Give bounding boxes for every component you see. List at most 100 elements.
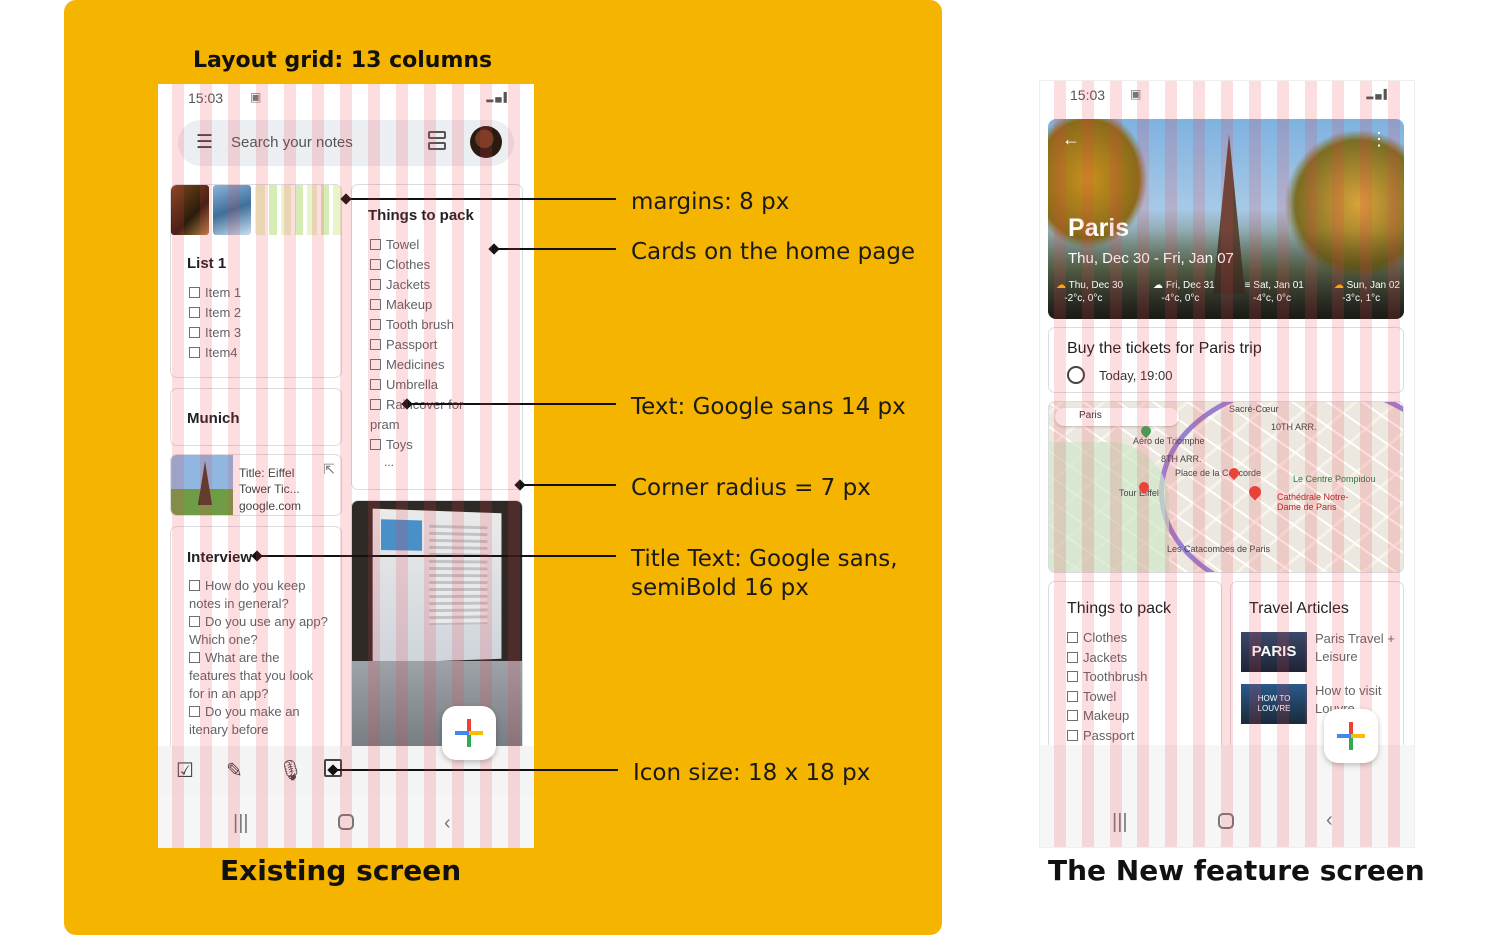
callout-title-text: Title Text: Google sans, semiBold 16 px <box>631 546 898 601</box>
checklist-item[interactable]: Jackets <box>370 275 480 295</box>
back-icon[interactable]: ‹ <box>1326 809 1333 832</box>
map-label: Le Centre Pompidou <box>1293 474 1376 484</box>
checklist-item[interactable]: Toys <box>370 435 480 455</box>
avatar[interactable] <box>470 126 502 158</box>
checklist-item[interactable]: Makeup <box>370 295 480 315</box>
checklist-item[interactable]: Towel <box>1067 687 1147 707</box>
layout-grid-heading: Layout grid: 13 columns <box>193 48 493 73</box>
menu-icon[interactable]: ☰ <box>196 131 213 154</box>
checklist-item[interactable]: Item 3 <box>189 323 241 343</box>
image-notification-icon: ▣ <box>1130 87 1142 101</box>
alarm-clock-icon <box>1067 366 1085 384</box>
cloud-icon: ☁ <box>1153 280 1164 291</box>
checklist-item[interactable]: Raincover for pram <box>370 395 480 435</box>
callout-corner-radius: Corner radius = 7 px <box>631 475 871 501</box>
things-title: Things to pack <box>1067 600 1172 617</box>
sun-cloud-icon: ☁ <box>1333 280 1344 291</box>
map-search-input[interactable]: Paris <box>1055 408 1179 426</box>
checklist-item[interactable]: Umbrella <box>370 375 480 395</box>
checklist-item[interactable]: Item4 <box>189 343 241 363</box>
checklist-item[interactable]: Toothbrush <box>1067 667 1147 687</box>
back-icon[interactable]: ‹ <box>444 812 451 835</box>
checklist-item[interactable]: Medicines <box>370 355 480 375</box>
mic-icon[interactable]: 🎙 <box>278 758 303 783</box>
interview-title: Interview <box>187 549 253 566</box>
hero-city: Paris <box>1068 214 1130 242</box>
map-card[interactable]: Paris Aéro de Triomphe 8TH ARR. 10TH ARR… <box>1048 401 1404 573</box>
list1-title: List 1 <box>187 255 227 272</box>
checklist-item[interactable]: What are the features that you look for … <box>189 649 329 703</box>
articles-title: Travel Articles <box>1249 600 1349 617</box>
laptop-screen <box>372 508 502 664</box>
interview-card[interactable]: Interview How do you keep notes in gener… <box>170 526 342 766</box>
things-title: Things to pack <box>368 207 474 224</box>
add-note-fab[interactable] <box>1324 709 1378 763</box>
things-items: Towel Clothes Jackets Makeup Tooth brush… <box>370 235 480 469</box>
checklist-item[interactable]: Towel <box>370 235 480 255</box>
add-note-fab[interactable] <box>442 706 496 760</box>
callout-margins: margins: 8 px <box>631 189 790 215</box>
eiffel-thumb <box>171 455 233 515</box>
home-icon[interactable] <box>1218 813 1234 829</box>
link-title: Title: Eiffel Tower Tic... <box>239 466 300 496</box>
signal-battery-icon: ▂▄▌ <box>486 92 512 102</box>
status-time: 15:03 <box>1070 87 1106 103</box>
search-bar[interactable]: ☰ Search your notes <box>178 120 514 166</box>
checklist-item[interactable]: Jackets <box>1067 648 1147 668</box>
back-arrow-icon[interactable]: ← <box>1062 129 1080 150</box>
checklist-item[interactable]: Do you use any app? Which one? <box>189 613 329 649</box>
view-toggle-icon[interactable] <box>428 130 446 152</box>
recents-icon[interactable]: ||| <box>233 812 249 835</box>
reminder-time: Today, 19:00 <box>1099 368 1173 383</box>
forecast-day: ≡ Sat, Jan 01 -4°c, 0°c <box>1244 280 1304 304</box>
more-options-icon[interactable]: ⋮ <box>1370 129 1388 150</box>
things-to-pack-card[interactable]: Things to pack Towel Clothes Jackets Mak… <box>351 184 523 490</box>
recents-icon[interactable]: ||| <box>1112 811 1128 834</box>
callout-line <box>407 403 616 405</box>
munich-card[interactable]: Munich <box>170 388 342 446</box>
laptop-photo-card[interactable] <box>351 500 523 766</box>
map-label: Les Catacombes de Paris <box>1167 544 1271 554</box>
checklist-item[interactable]: Clothes <box>370 255 480 275</box>
link-card[interactable]: Title: Eiffel Tower Tic... google.com ⇱ <box>170 454 342 516</box>
map-label: Place de la Concorde <box>1175 468 1262 478</box>
checklist-item[interactable]: Item 1 <box>189 283 241 303</box>
checklist-item[interactable]: Passport <box>370 335 480 355</box>
note-image-thumb <box>171 185 209 235</box>
more-ellipsis: ... <box>384 455 395 469</box>
checklist-item[interactable]: Do you make an itenary before <box>189 703 329 739</box>
article-link[interactable]: Paris Travel + Leisure <box>1315 630 1399 666</box>
list1-card[interactable]: List 1 Item 1 Item 2 Item 3 Item4 <box>170 184 342 378</box>
article-thumb[interactable]: HOW TO LOUVRE <box>1241 684 1307 724</box>
callout-line <box>257 555 616 557</box>
checklist-item[interactable]: Passport <box>1067 726 1147 746</box>
checklist-item[interactable]: Makeup <box>1067 706 1147 726</box>
link-domain: google.com <box>239 499 302 513</box>
open-link-icon[interactable]: ⇱ <box>323 461 335 478</box>
forecast-day: ☁ Sun, Jan 02 -3°c, 1°c <box>1333 280 1400 304</box>
status-time: 15:03 <box>188 90 224 106</box>
article-thumb[interactable]: PARIS <box>1241 632 1307 672</box>
paris-hero-card[interactable]: ← ⋮ Paris Thu, Dec 30 - Fri, Jan 07 ☁ Th… <box>1048 119 1404 319</box>
new-feature-phone-screen: 15:03 ▣ ▂▄▌ ← ⋮ Paris Thu, Dec 30 - Fri,… <box>1039 80 1415 848</box>
weather-forecast: ☁ Thu, Dec 30 -2°c, 0°c ☁ Fri, Dec 31 -4… <box>1056 279 1400 305</box>
checklist-item[interactable]: Clothes <box>1067 628 1147 648</box>
search-input[interactable]: Search your notes <box>231 134 353 151</box>
map-label: Aéro de Triomphe <box>1133 436 1205 446</box>
callout-line <box>494 248 616 250</box>
reminder-title: Buy the tickets for Paris trip <box>1067 340 1262 357</box>
munich-title: Munich <box>187 410 240 427</box>
reminder-card[interactable]: Buy the tickets for Paris trip Today, 19… <box>1048 327 1404 393</box>
home-icon[interactable] <box>338 814 354 830</box>
callout-line <box>520 484 616 486</box>
things-to-pack-card[interactable]: Things to pack Clothes Jackets Toothbrus… <box>1048 581 1222 751</box>
checklist-item[interactable]: How do you keep notes in general? <box>189 577 329 613</box>
map-label: 10TH ARR. <box>1271 422 1317 432</box>
brush-icon[interactable]: ✎ <box>226 758 243 783</box>
checkbox-icon[interactable]: ☑ <box>176 758 194 783</box>
checklist-item[interactable]: Item 2 <box>189 303 241 323</box>
callout-text-size: Text: Google sans 14 px <box>631 394 906 420</box>
fog-icon: ≡ <box>1244 280 1251 291</box>
new-feature-caption: The New feature screen <box>1048 854 1425 887</box>
checklist-item[interactable]: Tooth brush <box>370 315 480 335</box>
